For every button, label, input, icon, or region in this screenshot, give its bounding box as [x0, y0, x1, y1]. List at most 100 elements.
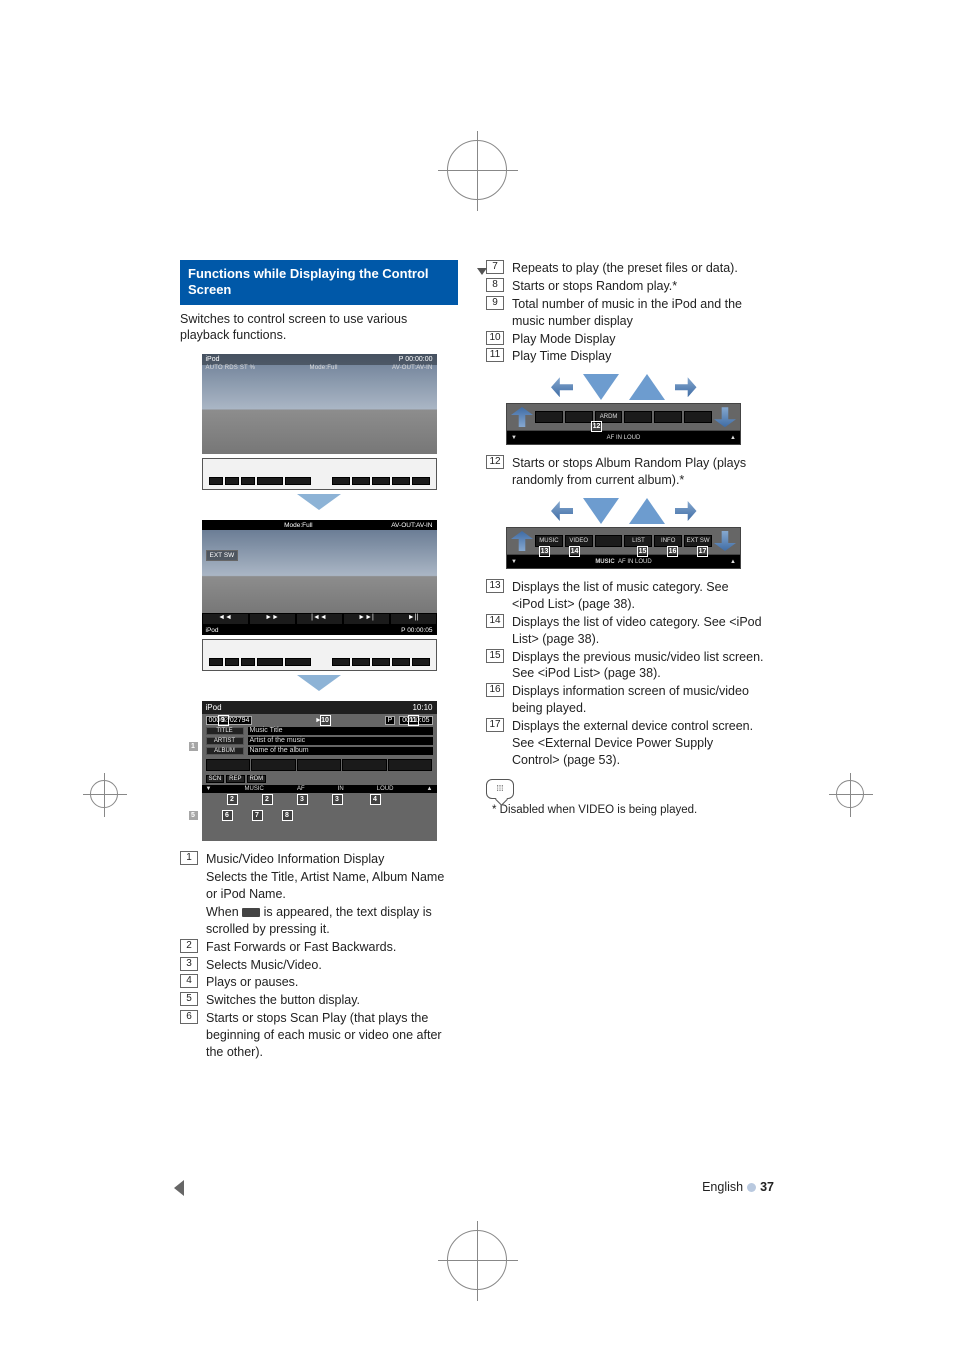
shot3-count: 00002/02794: [206, 716, 253, 725]
strip1-foot: AF IN LOUD: [607, 435, 641, 441]
num-17: 17: [486, 718, 504, 732]
note-icon: ⁞⁞⁞: [486, 779, 514, 799]
callout-1: 1: [188, 741, 199, 752]
scrollstrip-1: [202, 458, 437, 490]
item-14: Displays the list of video category. See…: [512, 614, 764, 648]
item-11: Play Time Display: [512, 348, 764, 365]
shot2-ft-left: iPod: [206, 627, 219, 634]
screenshot-playback-photo: iPod P 00:00:00 AUTO RDS ST % Mode:Full …: [202, 354, 437, 454]
num-10: 10: [486, 331, 504, 345]
shot2-hdr-center: Mode:Full: [284, 522, 313, 529]
num-14: 14: [486, 614, 504, 628]
shot3-clock: 10:10: [412, 703, 432, 712]
shot1-title-left: iPod: [206, 356, 220, 363]
item-1c-a: When: [206, 905, 242, 919]
shot2-extsw: EXT SW: [206, 550, 239, 561]
num-5: 5: [180, 992, 198, 1006]
callout-3b: 3: [332, 794, 343, 805]
mini-strip-1: ARDM 12 ▼ AF IN LOUD ▲: [506, 371, 741, 445]
item-7: Repeats to play (the preset files or dat…: [512, 260, 764, 277]
callout-16: 16: [667, 546, 678, 557]
right-list-c: 13Displays the list of music category. S…: [486, 579, 764, 769]
item-6: Starts or stops Scan Play (that plays th…: [206, 1010, 458, 1061]
num-16: 16: [486, 683, 504, 697]
item-5: Switches the button display.: [206, 992, 458, 1009]
callout-2b: 2: [262, 794, 273, 805]
callout-5: 5: [188, 810, 199, 821]
page-number: English 37: [702, 1180, 774, 1194]
page-num: 37: [760, 1180, 774, 1194]
mini-strip-2: MUSIC VIDEO LIST INFO EXT SW 13 14 15 16…: [506, 495, 741, 569]
btn-rep: REP: [226, 775, 244, 783]
shot2-ft-right: P 00:00:05: [401, 627, 432, 634]
foot-in: IN: [338, 786, 344, 792]
left-list: 1 Music/Video Information Display Selects…: [180, 851, 458, 1061]
shot1-row2-right: AV-OUT:AV-IN: [392, 365, 433, 371]
num-12: 12: [486, 455, 504, 469]
callout-11: 11: [408, 715, 419, 726]
callout-3: 3: [297, 794, 308, 805]
item-1a: Music/Video Information Display: [206, 851, 458, 868]
val-title: Music Title: [248, 727, 433, 735]
shot1-row2-left: AUTO RDS ST %: [206, 365, 256, 371]
num-3: 3: [180, 957, 198, 971]
num-6: 6: [180, 1010, 198, 1024]
foot-loud: LOUD: [377, 786, 394, 792]
strip2-foot-center: AF IN LOUD: [618, 559, 652, 565]
num-9: 9: [486, 296, 504, 310]
callout-8: 8: [282, 810, 293, 821]
num-1: 1: [180, 851, 198, 865]
callout-2: 2: [227, 794, 238, 805]
item-4: Plays or pauses.: [206, 974, 458, 991]
callout-9: 9: [218, 715, 229, 726]
item-1c: When is appeared, the text display is sc…: [206, 904, 458, 938]
down-arrow-2: [297, 675, 341, 691]
shot2-hdr-right: AV-OUT:AV-IN: [391, 522, 432, 529]
item-9: Total number of music in the iPod and th…: [512, 296, 764, 330]
callout-10: 10: [320, 715, 331, 726]
callout-14: 14: [569, 546, 580, 557]
section-heading: Functions while Displaying the Control S…: [180, 260, 458, 305]
right-list-b: 12 Starts or stops Album Random Play (pla…: [486, 455, 764, 489]
right-column: 7 Repeats to play (the preset files or da…: [486, 260, 764, 1062]
item-12: Starts or stops Album Random Play (plays…: [512, 455, 764, 489]
callout-7: 7: [252, 810, 263, 821]
scrollstrip-2: [202, 639, 437, 671]
section-subtitle: Switches to control screen to use variou…: [180, 311, 458, 345]
left-column: Functions while Displaying the Control S…: [180, 260, 458, 1062]
num-4: 4: [180, 974, 198, 988]
footnote: * Disabled when VIDEO is being played.: [486, 803, 764, 819]
screenshot-control-photo: Mode:Full AV-OUT:AV-IN EXT SW ◄◄►►|◄◄►►|…: [202, 520, 437, 635]
shot3-title: iPod: [206, 703, 222, 712]
num-8: 8: [486, 278, 504, 292]
callout-17: 17: [697, 546, 708, 557]
lbl-artist: ARTIST: [206, 737, 244, 745]
page-dot-icon: [747, 1183, 756, 1192]
num-15: 15: [486, 649, 504, 663]
screenshot-control-ui: iPod 10:10 00002/02794 ► P 00:00:05 TITL…: [202, 701, 437, 841]
down-arrow-1: [297, 494, 341, 510]
shot1-title-right: P 00:00:00: [399, 356, 433, 363]
callout-15: 15: [637, 546, 648, 557]
item-17: Displays the external device control scr…: [512, 718, 764, 769]
num-7: 7: [486, 260, 504, 274]
btn-rdm: RDM: [247, 775, 267, 783]
item-2: Fast Forwards or Fast Backwards.: [206, 939, 458, 956]
right-list-a: 7 Repeats to play (the preset files or da…: [486, 260, 764, 365]
item-10: Play Mode Display: [512, 331, 764, 348]
num-2: 2: [180, 939, 198, 953]
lbl-album: ALBUM: [206, 747, 244, 755]
item-3: Selects Music/Video.: [206, 957, 458, 974]
btn-scn: SCN: [206, 775, 225, 783]
column-divider: [477, 268, 486, 278]
val-album: Name of the album: [248, 747, 433, 755]
item-16: Displays information screen of music/vid…: [512, 683, 764, 717]
shot3-playp: P: [385, 716, 396, 725]
num-13: 13: [486, 579, 504, 593]
item-8: Starts or stops Random play.*: [512, 278, 764, 295]
item-1b: Selects the Title, Artist Name, Album Na…: [206, 869, 458, 903]
page-lang: English: [702, 1180, 743, 1194]
shot1-row2-center: Mode:Full: [310, 365, 338, 371]
item-15: Displays the previous music/video list s…: [512, 649, 764, 683]
lbl-title: TITLE: [206, 727, 244, 735]
